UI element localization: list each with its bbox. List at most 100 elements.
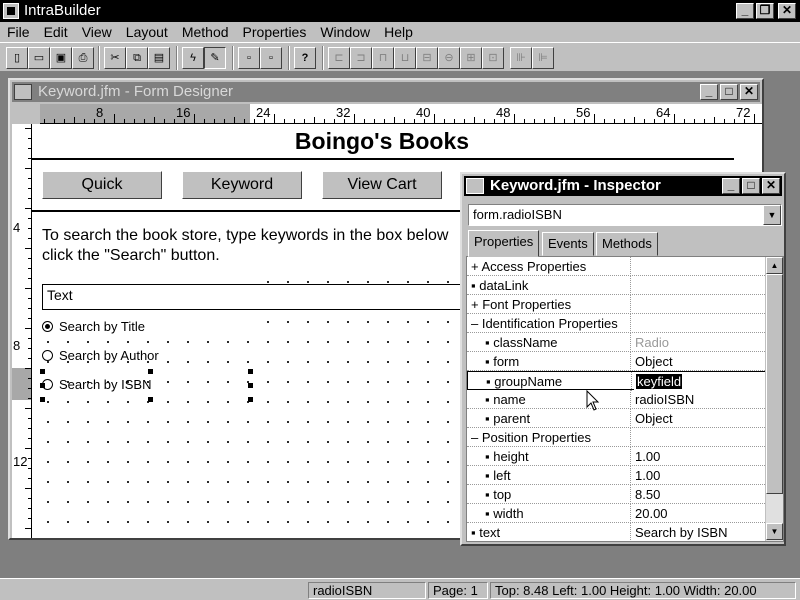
property-row[interactable]: ▪ form Object: [467, 352, 765, 371]
property-grid: + Access Properties ▪ dataLink + Font Prop…: [466, 256, 784, 542]
inspector-titlebar[interactable]: Keyword.jfm - Inspector _ □ ✕: [464, 176, 782, 196]
radio-title[interactable]: Search by Title: [42, 318, 145, 336]
menu-file[interactable]: File: [0, 22, 37, 41]
instructions-text[interactable]: To search the book store, type keywords …: [42, 226, 502, 266]
align-hcenter-icon[interactable]: ⊖: [438, 47, 460, 69]
inspector-close-button[interactable]: ✕: [762, 178, 780, 194]
property-name: + Access Properties: [467, 257, 631, 276]
inspector-maximize-button[interactable]: □: [742, 178, 760, 194]
ruler-tick: [724, 119, 725, 123]
selection-handle[interactable]: [248, 383, 253, 388]
property-row[interactable]: – Identification Properties: [467, 314, 765, 333]
selection-handle[interactable]: [248, 369, 253, 374]
same-width-icon[interactable]: ⊞: [460, 47, 482, 69]
app-icon[interactable]: [3, 3, 19, 19]
copy-icon[interactable]: ⧉: [126, 47, 148, 69]
cut-icon[interactable]: ✂: [104, 47, 126, 69]
property-row[interactable]: ▪ dataLink: [467, 276, 765, 295]
ruler-tick: [28, 388, 31, 389]
selection-handle[interactable]: [148, 397, 153, 402]
tab-events[interactable]: Events: [542, 232, 594, 256]
print-icon[interactable]: ⎙: [72, 47, 94, 69]
new-page-icon[interactable]: ▫: [238, 47, 260, 69]
ruler-tick: [28, 228, 31, 229]
selection-handle[interactable]: [40, 369, 45, 374]
property-row[interactable]: ▪ parent Object: [467, 409, 765, 428]
scroll-up-icon[interactable]: ▲: [766, 257, 783, 274]
property-row[interactable]: ▪ className Radio: [467, 333, 765, 352]
minimize-button[interactable]: _: [736, 3, 754, 19]
menu-edit[interactable]: Edit: [37, 22, 75, 41]
designer-icon[interactable]: [14, 84, 32, 100]
ruler-tick: [28, 338, 31, 339]
designer-titlebar[interactable]: Keyword.jfm - Form Designer _ □ ✕: [12, 82, 760, 102]
property-row[interactable]: ▪ name radioISBN: [467, 390, 765, 409]
tab-properties[interactable]: Properties: [468, 230, 540, 257]
paste-icon[interactable]: ▤: [148, 47, 170, 69]
scroll-down-icon[interactable]: ▼: [766, 523, 783, 540]
radio-isbn[interactable]: Search by ISBN: [42, 376, 152, 394]
space-vertical-icon[interactable]: ⊫: [532, 47, 554, 69]
same-height-icon[interactable]: ⊡: [482, 47, 504, 69]
ruler-tick: [704, 119, 705, 123]
property-row[interactable]: ▪ top 8.50: [467, 485, 765, 504]
page-next-icon[interactable]: ▫: [260, 47, 282, 69]
menu-window[interactable]: Window: [313, 22, 377, 41]
close-button[interactable]: ✕: [778, 3, 796, 19]
designer-minimize-button[interactable]: _: [700, 84, 718, 100]
inspector-icon[interactable]: [466, 178, 484, 194]
scrollbar-thumb[interactable]: [766, 274, 783, 494]
restore-button[interactable]: ❐: [756, 3, 774, 19]
ruler-tick: [294, 119, 295, 123]
ruler-tick: [434, 114, 435, 123]
keyword-text-field[interactable]: Text: [42, 284, 482, 310]
align-bottom-icon[interactable]: ⊔: [394, 47, 416, 69]
selection-handle[interactable]: [40, 383, 45, 388]
new-icon[interactable]: ▯: [6, 47, 28, 69]
selection-handle[interactable]: [248, 397, 253, 402]
ruler-tick: [28, 198, 31, 199]
menu-properties[interactable]: Properties: [236, 22, 314, 41]
property-row[interactable]: ▪ groupName keyfield: [467, 371, 766, 391]
space-horizontal-icon[interactable]: ⊪: [510, 47, 532, 69]
designer-close-button[interactable]: ✕: [740, 84, 758, 100]
menu-layout[interactable]: Layout: [119, 22, 175, 41]
tab-methods[interactable]: Methods: [596, 232, 658, 256]
property-row[interactable]: ▪ left 1.00: [467, 466, 765, 485]
property-row[interactable]: ▪ width 20.00: [467, 504, 765, 523]
save-icon[interactable]: ▣: [50, 47, 72, 69]
align-left-icon[interactable]: ⊏: [328, 47, 350, 69]
scrollbar[interactable]: ▲ ▼: [765, 257, 783, 541]
menu-help[interactable]: Help: [377, 22, 420, 41]
menu-method[interactable]: Method: [175, 22, 236, 41]
radio-author[interactable]: Search by Author: [42, 347, 159, 365]
property-row[interactable]: – Position Properties: [467, 428, 765, 447]
align-top-icon[interactable]: ⊓: [372, 47, 394, 69]
title-rule[interactable]: [32, 158, 734, 160]
property-row[interactable]: + Access Properties: [467, 257, 765, 276]
property-row[interactable]: ▪ height 1.00: [467, 447, 765, 466]
property-value-input[interactable]: keyfield: [634, 372, 766, 391]
object-selector[interactable]: form.radioISBN ▼: [468, 204, 782, 226]
inspector-minimize-button[interactable]: _: [722, 178, 740, 194]
menu-view[interactable]: View: [75, 22, 119, 41]
ruler-label: 4: [13, 220, 21, 235]
ruler-tick: [164, 119, 165, 123]
property-row[interactable]: ▪ text Search by ISBN: [467, 523, 765, 541]
selection-handle[interactable]: [148, 369, 153, 374]
help-icon[interactable]: ?: [294, 47, 316, 69]
view-cart-button[interactable]: View Cart: [322, 171, 442, 199]
form-title[interactable]: Boingo's Books: [32, 128, 732, 155]
property-row[interactable]: + Font Properties: [467, 295, 765, 314]
run-icon[interactable]: ϟ: [182, 47, 204, 69]
selection-handle[interactable]: [40, 397, 45, 402]
quick-button[interactable]: Quick: [42, 171, 162, 199]
keyword-button[interactable]: Keyword: [182, 171, 302, 199]
design-icon[interactable]: ✎: [204, 47, 226, 69]
open-icon[interactable]: ▭: [28, 47, 50, 69]
chevron-down-icon[interactable]: ▼: [763, 205, 781, 225]
align-vcenter-icon[interactable]: ⊟: [416, 47, 438, 69]
designer-maximize-button[interactable]: □: [720, 84, 738, 100]
align-right-icon[interactable]: ⊐: [350, 47, 372, 69]
ruler-tick: [28, 158, 31, 159]
